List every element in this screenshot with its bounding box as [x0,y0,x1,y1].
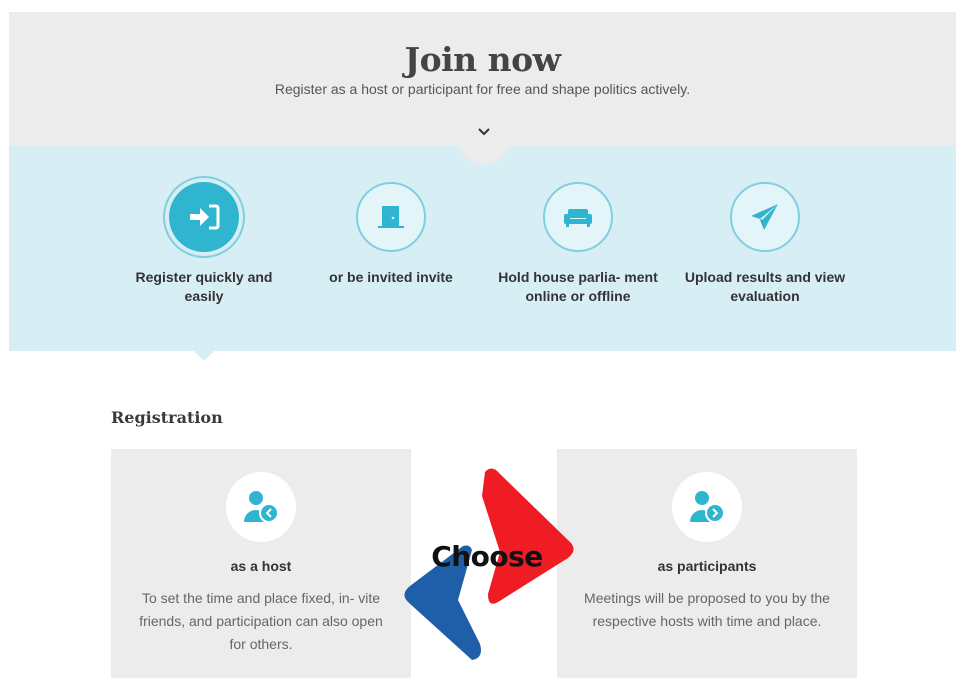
step-label: Register quickly and easily [135,269,273,304]
page-title: Join now [404,40,561,79]
active-step-pointer [194,351,214,361]
choose-overlay: Choose [388,462,578,662]
hero-subtitle: Register as a host or participant for fr… [274,81,691,97]
participant-card-title: as participants [657,558,757,574]
step-upload-results[interactable]: Upload results and view evaluation [680,182,850,306]
step-circle [169,182,239,252]
steps-section: Register quickly and easily or be invite… [9,146,956,351]
chevron-down-icon [478,128,490,136]
step-circle [730,182,800,252]
choose-label: Choose [431,540,543,573]
paper-plane-icon [751,204,778,230]
step-label: Hold house parlia- ment online or offlin… [498,269,658,304]
door-icon [378,206,404,228]
step-hold-parliament[interactable]: Hold house parlia- ment online or offlin… [493,182,663,306]
sofa-icon [564,209,592,227]
host-card-title: as a host [230,558,292,574]
step-circle [356,182,426,252]
step-register[interactable]: Register quickly and easily [119,182,289,306]
host-card[interactable]: as a host To set the time and place fixe… [111,449,411,678]
host-card-text: To set the time and place fixed, in- vit… [139,590,383,652]
participant-card-text: Meetings will be proposed to you by the … [584,590,830,629]
participant-card[interactable]: as participants Meetings will be propose… [557,449,857,678]
registration-title: Registration [111,408,223,427]
step-invited[interactable]: or be invited invite [306,182,476,287]
host-icon-circle [226,472,296,542]
step-label: or be invited invite [329,269,453,285]
step-label: Upload results and view evaluation [684,269,846,304]
participant-users-icon [690,491,725,523]
sign-in-icon [190,204,220,230]
step-circle [543,182,613,252]
host-users-icon [244,491,279,523]
participant-icon-circle [672,472,742,542]
